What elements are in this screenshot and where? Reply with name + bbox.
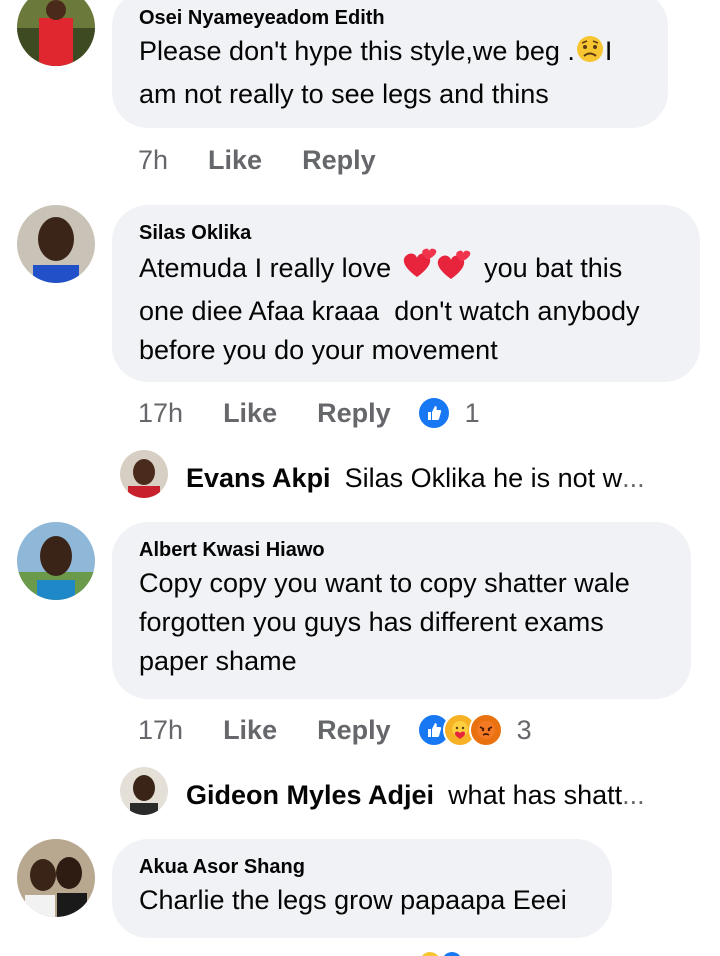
- reply-ellipsis: ...: [622, 779, 645, 810]
- comment-bubble: Silas Oklika Atemuda I really love you b…: [112, 205, 700, 382]
- reply-author[interactable]: Evans Akpi: [186, 463, 331, 494]
- like-button[interactable]: Like: [208, 145, 262, 176]
- avatar[interactable]: [120, 767, 168, 815]
- comment-actions: 17h Like Reply 3: [138, 710, 532, 750]
- comment-time[interactable]: 17h: [138, 715, 183, 746]
- reply-button[interactable]: Reply: [317, 398, 391, 429]
- comment-text: Atemuda I really love you bat this one d…: [139, 247, 673, 370]
- avatar[interactable]: [120, 450, 168, 498]
- reply-button[interactable]: Reply: [302, 145, 376, 176]
- comment-author[interactable]: Albert Kwasi Hiawo: [139, 538, 664, 562]
- reply-ellipsis: ...: [622, 462, 645, 493]
- reaction-count: 3: [516, 714, 532, 745]
- comment-time[interactable]: 17h: [138, 398, 183, 429]
- reply-button[interactable]: Reply: [317, 715, 391, 746]
- reaction-summary[interactable]: 3: [416, 713, 532, 747]
- comment-author[interactable]: Akua Asor Shang: [139, 855, 585, 879]
- reaction-summary[interactable]: 1: [416, 396, 480, 430]
- like-button[interactable]: Like: [223, 715, 277, 746]
- comment-time[interactable]: 7h: [138, 145, 168, 176]
- like-reaction-icon: [416, 396, 451, 430]
- comment-text: Please don't hype this style,we beg .I a…: [139, 34, 620, 109]
- avatar[interactable]: [17, 205, 95, 283]
- avatar[interactable]: [17, 0, 95, 66]
- reply-text: what has shatt: [448, 779, 623, 810]
- reply-text: Silas Oklika he is not w: [344, 462, 623, 493]
- comment-actions: 17h Like Reply 1: [138, 393, 480, 433]
- comment-author[interactable]: Silas Oklika: [139, 221, 673, 245]
- sad-face-icon: [575, 34, 605, 75]
- comment-bubble: Akua Asor Shang Charlie the legs grow pa…: [112, 839, 612, 938]
- comment-text: Copy copy you want to copy shatter wale …: [139, 568, 638, 676]
- reply-author[interactable]: Gideon Myles Adjei: [186, 780, 434, 811]
- avatar[interactable]: [17, 839, 95, 917]
- like-button[interactable]: Like: [223, 398, 277, 429]
- angry-reaction-icon: [468, 713, 503, 747]
- comment-text: Charlie the legs grow papaapa Eeei: [139, 885, 567, 915]
- avatar[interactable]: [17, 522, 95, 600]
- reaction-summary-partial: [418, 950, 478, 956]
- comment-actions: 7h Like Reply: [138, 140, 416, 180]
- comment-bubble: Osei Nyameyeadom Edith Please don't hype…: [112, 0, 668, 128]
- two-hearts-icon: [399, 247, 477, 292]
- comment-bubble: Albert Kwasi Hiawo Copy copy you want to…: [112, 522, 691, 699]
- comment-author[interactable]: Osei Nyameyeadom Edith: [139, 6, 641, 30]
- reply-preview[interactable]: Evans Akpi Silas Oklika he is not w...: [186, 458, 666, 498]
- reply-preview[interactable]: Gideon Myles Adjei what has shatt...: [186, 775, 666, 815]
- reaction-count: 1: [464, 397, 480, 428]
